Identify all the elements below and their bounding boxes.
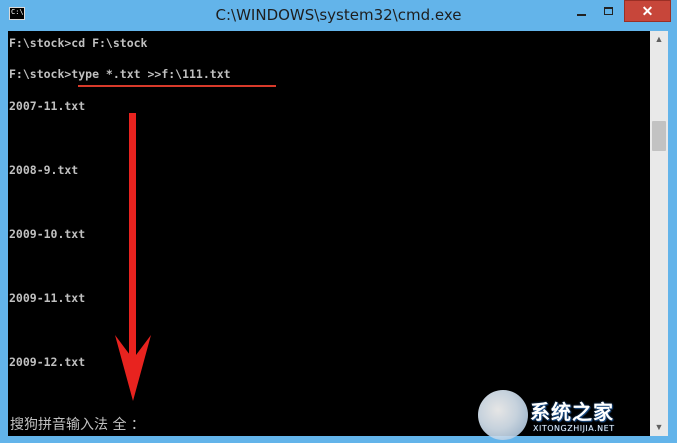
console-line-file: 2009-11.txt	[9, 291, 86, 305]
console-line-type-command: F:\stock>type *.txt >>f:\111.txt	[9, 67, 231, 81]
scroll-thumb[interactable]	[652, 121, 666, 151]
scroll-up-button[interactable]: ▲	[650, 31, 668, 48]
vertical-scrollbar[interactable]: ▲ ▼	[650, 31, 668, 436]
title-bar[interactable]: C:\ C:\WINDOWS\system32\cmd.exe ✕	[0, 0, 677, 32]
watermark-brand: 系统之家	[530, 400, 614, 424]
ime-status-bar: 搜狗拼音输入法 全 ：	[10, 417, 145, 433]
console-line-file: 2007-11.txt	[9, 99, 86, 113]
console-area[interactable]: F:\stock>cd F:\stock F:\stock>type *.txt…	[8, 31, 650, 436]
close-button[interactable]: ✕	[624, 0, 671, 22]
watermark-logo-icon	[478, 390, 528, 440]
annotation-down-arrow-icon	[115, 113, 151, 401]
console-line-file: 2009-10.txt	[9, 227, 86, 241]
watermark-url: XITONGZHIJIA.NET	[533, 424, 615, 433]
minimize-button[interactable]	[568, 0, 594, 24]
cmd-window: C:\ C:\WINDOWS\system32\cmd.exe ✕ F:\sto…	[0, 0, 677, 443]
console-line-file: 2008-9.txt	[9, 163, 79, 177]
maximize-icon	[604, 7, 613, 15]
annotation-underline	[78, 85, 276, 87]
watermark: 系统之家 XITONGZHIJIA.NET	[478, 388, 677, 443]
console-line-cd: F:\stock>cd F:\stock	[9, 36, 148, 50]
console-line-file: 2009-12.txt	[9, 355, 86, 369]
minimize-icon	[577, 14, 586, 16]
maximize-button[interactable]	[596, 0, 622, 24]
close-icon: ✕	[641, 3, 654, 19]
